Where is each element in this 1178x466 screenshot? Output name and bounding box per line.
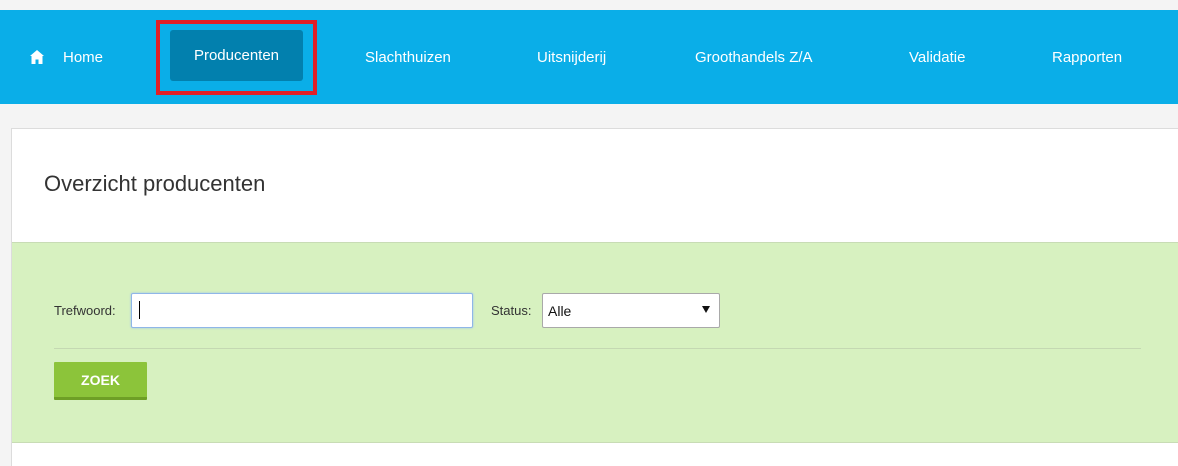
- nav-item-validatie[interactable]: Validatie: [909, 10, 965, 104]
- trefwoord-input[interactable]: [131, 293, 473, 328]
- nav-item-uitsnijderij-label: Uitsnijderij: [537, 48, 607, 66]
- nav-item-rapporten[interactable]: Rapporten: [1052, 10, 1122, 104]
- text-caret: [139, 301, 140, 319]
- dropdown-arrow-icon: [702, 306, 710, 313]
- nav-item-rapporten-label: Rapporten: [1052, 48, 1123, 66]
- nav-item-validatie-label: Validatie: [909, 48, 966, 66]
- nav-item-producenten-label: Producenten: [193, 47, 280, 64]
- top-navigation-bar: Home Producenten Slachthuizen Uitsnijder…: [0, 10, 1178, 104]
- zoek-button[interactable]: ZOEK: [54, 362, 147, 400]
- search-panel: [12, 242, 1178, 443]
- nav-item-home[interactable]: Home: [29, 10, 103, 104]
- trefwoord-label: Trefwoord:: [54, 303, 116, 318]
- status-select[interactable]: Alle: [542, 293, 720, 328]
- nav-item-producenten[interactable]: Producenten: [170, 30, 303, 81]
- nav-item-groothandels[interactable]: Groothandels Z/A: [695, 10, 813, 104]
- page-title: Overzicht producenten: [44, 171, 266, 196]
- search-divider: [54, 348, 1141, 349]
- nav-item-slachthuizen[interactable]: Slachthuizen: [365, 10, 451, 104]
- nav-item-slachthuizen-label: Slachthuizen: [365, 48, 451, 66]
- zoek-button-label: ZOEK: [81, 371, 120, 388]
- status-select-value: Alle: [548, 302, 572, 319]
- status-label: Status:: [491, 303, 532, 318]
- nav-item-uitsnijderij[interactable]: Uitsnijderij: [537, 10, 606, 104]
- home-icon: [30, 50, 44, 64]
- nav-item-home-label: Home: [63, 48, 104, 66]
- nav-item-groothandels-label: Groothandels Z/A: [695, 48, 813, 66]
